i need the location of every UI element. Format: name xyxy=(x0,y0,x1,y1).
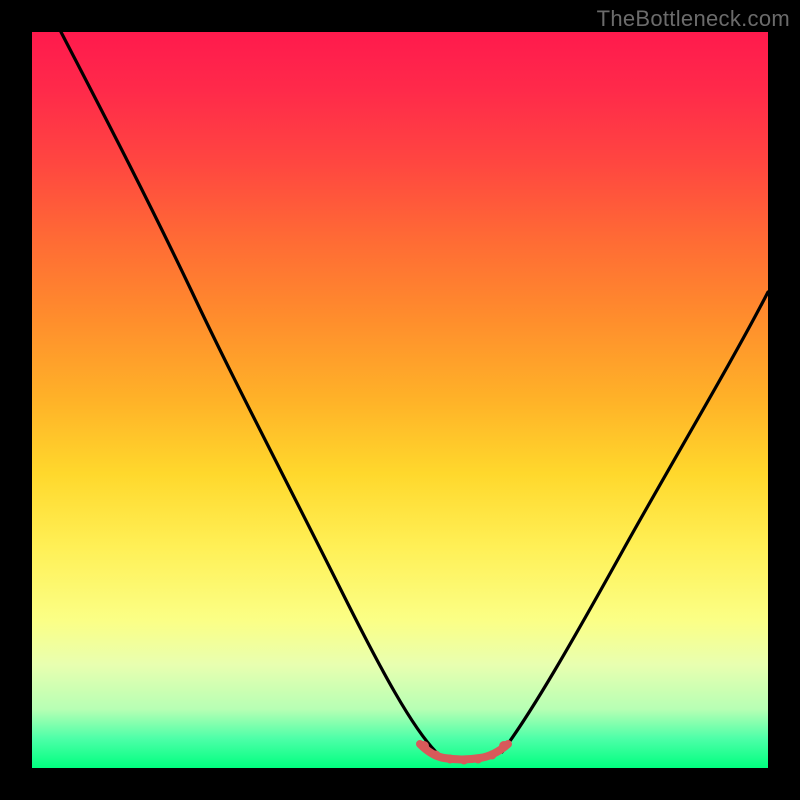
chart-frame: TheBottleneck.com xyxy=(0,0,800,800)
trough-bead xyxy=(488,751,497,760)
trough-bead xyxy=(460,756,469,765)
left-curve xyxy=(61,32,436,752)
trough-bead xyxy=(419,741,429,751)
trough-bead xyxy=(499,741,509,751)
trough-bead xyxy=(432,751,441,760)
watermark-text: TheBottleneck.com xyxy=(597,6,790,32)
trough-bead xyxy=(446,755,455,764)
right-curve xyxy=(502,292,768,752)
trough-bead xyxy=(474,755,483,764)
plot-area xyxy=(32,32,768,768)
curve-layer xyxy=(32,32,768,768)
